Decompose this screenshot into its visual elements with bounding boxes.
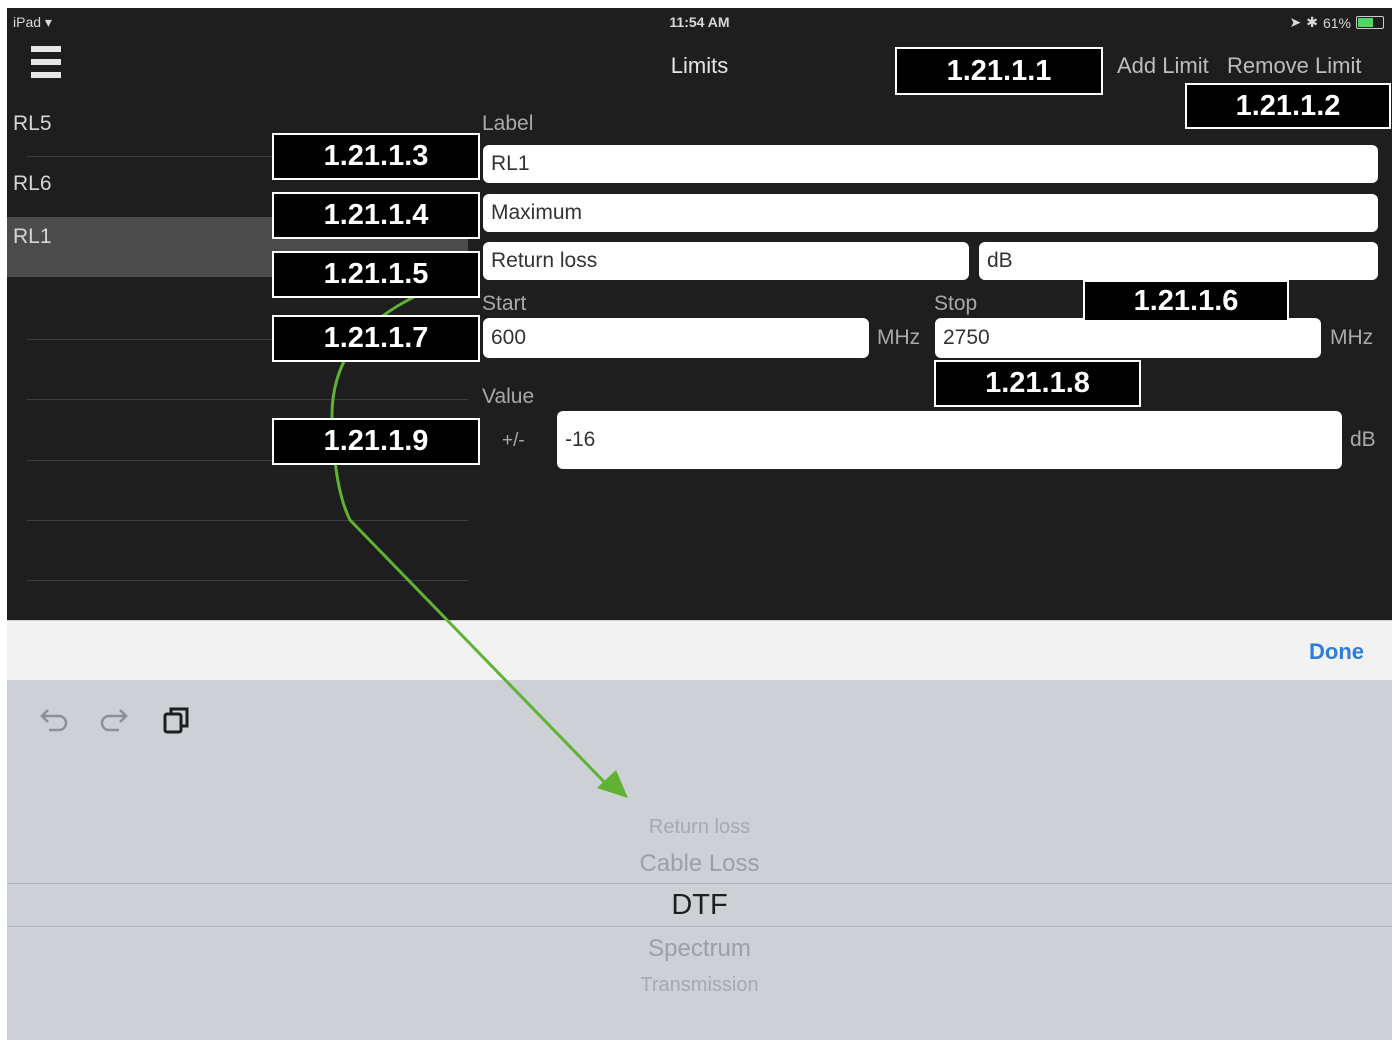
sidebar-item-label: RL5 [13,112,52,135]
value-caption: Value [482,385,535,408]
callout-label: 1.21.1.8 [934,360,1141,407]
limit-value-field[interactable]: -16 [557,411,1342,469]
value-unit: dB [1350,428,1376,451]
stop-frequency-field[interactable]: 2750 [935,318,1321,358]
menu-icon[interactable] [31,46,61,88]
status-right: ➤ ✱ 61% [1289,14,1384,31]
callout-label: 1.21.1.7 [272,315,480,362]
done-button[interactable]: Done [1309,639,1364,665]
sidebar-divider [27,399,468,400]
plus-minus-label: +/- [502,430,525,451]
callout-label: 1.21.1.9 [272,418,480,465]
start-caption: Start [482,292,527,315]
callout-label: 1.21.1.6 [1083,280,1289,322]
page-title: Limits [670,53,729,78]
callout-label: 1.21.1.2 [1185,83,1391,129]
callout-label: 1.21.1.1 [895,47,1103,95]
callout-label: 1.21.1.4 [272,192,480,239]
add-limit-button[interactable]: Add Limit [1117,53,1209,79]
picker-option[interactable]: Transmission [7,974,1392,997]
units-field[interactable]: dB [979,242,1378,280]
picker-option[interactable]: Spectrum [7,935,1392,963]
picker-option[interactable]: Return loss [7,816,1392,839]
picker-selection-line [7,883,1392,884]
remove-limit-button[interactable]: Remove Limit [1227,53,1361,79]
battery-icon [1356,16,1384,29]
measurement-field[interactable]: Return loss [483,242,969,280]
start-unit: MHz [877,326,921,349]
redo-icon[interactable] [97,702,133,738]
sidebar-divider [27,520,468,521]
label-caption: Label [482,112,534,135]
bluetooth-icon: ✱ [1306,14,1318,30]
undo-icon[interactable] [35,702,71,738]
paste-icon[interactable] [159,702,195,738]
start-frequency-field[interactable]: 600 [483,318,869,358]
stop-unit: MHz [1330,326,1374,349]
sidebar-item-label: RL6 [13,172,52,195]
picker-toolbar: Done [7,620,1392,681]
limit-type-field[interactable]: Maximum [483,194,1378,232]
measurement-picker[interactable]: Return loss Cable Loss DTF Spectrum Tran… [7,680,1392,1040]
battery-percent: 61% [1322,14,1351,31]
callout-label: 1.21.1.5 [272,251,480,298]
sidebar-divider [27,580,468,581]
callout-label: 1.21.1.3 [272,133,480,180]
label-field[interactable]: RL1 [483,145,1378,183]
stop-caption: Stop [934,292,978,315]
ipad-screen: iPad ▾ 11:54 AM ➤ ✱ 61% Limits Add Limit… [7,8,1392,1040]
picker-selection-line [7,926,1392,927]
picker-option[interactable]: Cable Loss [7,850,1392,878]
location-icon: ➤ [1289,14,1302,30]
sidebar-item-label: RL1 [13,225,52,248]
status-time: 11:54 AM [669,14,730,30]
picker-option-selected[interactable]: DTF [7,889,1392,922]
